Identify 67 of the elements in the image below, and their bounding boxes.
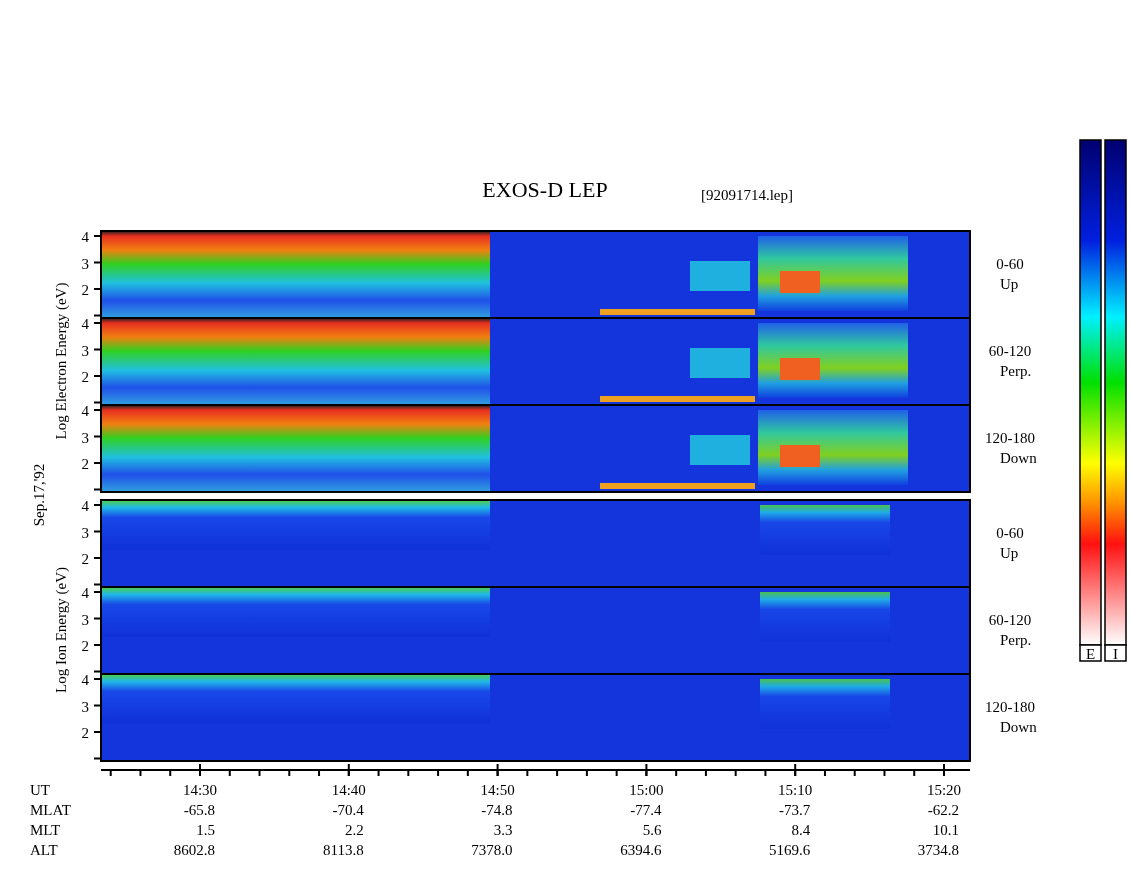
row-value: -73.7 xyxy=(778,802,811,818)
row-value: -70.4 xyxy=(332,802,364,818)
y-tick-label: 4 xyxy=(81,498,89,514)
y-tick-label: 3 xyxy=(81,342,89,359)
y-tick-label: 2 xyxy=(81,551,89,567)
y-tick-label: 2 xyxy=(81,369,89,385)
row-value: 3734.8 xyxy=(917,842,959,858)
angle-range-label: 60-120 xyxy=(988,612,1032,628)
time-tick-label: 14:40 xyxy=(331,782,366,798)
y-tick-label: 4 xyxy=(81,585,89,601)
row-value: -62.2 xyxy=(927,802,959,818)
y-tick-label: 3 xyxy=(81,255,89,272)
row-label: MLAT xyxy=(30,802,71,818)
row-label: ALT xyxy=(30,842,58,858)
row-value: 8.4 xyxy=(791,822,811,838)
angle-range-label: 60-120 xyxy=(988,343,1032,359)
time-tick-label: 15:00 xyxy=(629,782,664,798)
row-value: 5169.6 xyxy=(768,842,811,858)
y-axis-label: Log Ion Energy (eV) xyxy=(53,567,69,693)
y-axis-label: Log Electron Energy (eV) xyxy=(53,282,69,440)
angle-range-label: 120-180 xyxy=(985,699,1035,715)
direction-label: Down xyxy=(1000,450,1037,466)
time-tick-label: 14:50 xyxy=(480,782,515,798)
y-tick-label: 3 xyxy=(81,429,89,446)
color-scale-label-box xyxy=(1104,644,1127,662)
row-value: 1.5 xyxy=(196,822,215,838)
time-tick-label: 15:20 xyxy=(926,782,962,798)
y-tick-label: 4 xyxy=(81,229,89,245)
y-tick-label: 3 xyxy=(81,524,89,541)
y-tick-label: 2 xyxy=(81,456,89,472)
direction-label: Perp. xyxy=(1000,363,1032,379)
row-label: MLT xyxy=(30,822,61,838)
row-value: -77.4 xyxy=(630,802,662,818)
direction-label: Perp. xyxy=(1000,632,1032,648)
row-value: 2.2 xyxy=(345,822,364,838)
row-value: -65.8 xyxy=(183,802,215,818)
row-value: 3.3 xyxy=(493,822,513,838)
y-tick-label: 2 xyxy=(81,725,89,741)
y-tick-label: 2 xyxy=(81,638,89,654)
angle-range-label: 0-60 xyxy=(996,525,1024,541)
row-value: 8113.8 xyxy=(323,842,364,858)
angle-range-label: 120-180 xyxy=(985,430,1035,446)
direction-label: Down xyxy=(1000,719,1037,735)
row-value: 6394.6 xyxy=(620,842,662,858)
row-value: -74.8 xyxy=(481,802,513,818)
y-tick-label: 4 xyxy=(81,316,89,332)
plot-title: EXOS-D LEP xyxy=(482,177,608,202)
y-tick-label: 3 xyxy=(81,611,89,628)
color-scale-label-box xyxy=(1079,644,1102,662)
y-tick-label: 4 xyxy=(81,672,89,688)
direction-label: Up xyxy=(1000,276,1019,292)
time-tick-label: 14:30 xyxy=(182,782,218,798)
angle-range-label: 0-60 xyxy=(996,256,1024,272)
color-scale-label: E xyxy=(1085,646,1096,662)
row-label: UT xyxy=(30,782,50,798)
color-scale-label: I xyxy=(1113,646,1118,662)
y-tick-label: 3 xyxy=(81,698,89,715)
row-value: 5.6 xyxy=(642,822,662,838)
file-name: [92091714.lep] xyxy=(700,187,794,203)
time-tick-label: 15:10 xyxy=(778,782,813,798)
row-value: 7378.0 xyxy=(471,842,513,858)
y-tick-label: 4 xyxy=(81,403,89,419)
date-label: Sep.17,'92 xyxy=(31,463,47,527)
row-value: 10.1 xyxy=(932,822,959,838)
row-value: 8602.8 xyxy=(173,842,215,858)
direction-label: Up xyxy=(1000,545,1019,561)
y-tick-label: 2 xyxy=(81,282,89,298)
